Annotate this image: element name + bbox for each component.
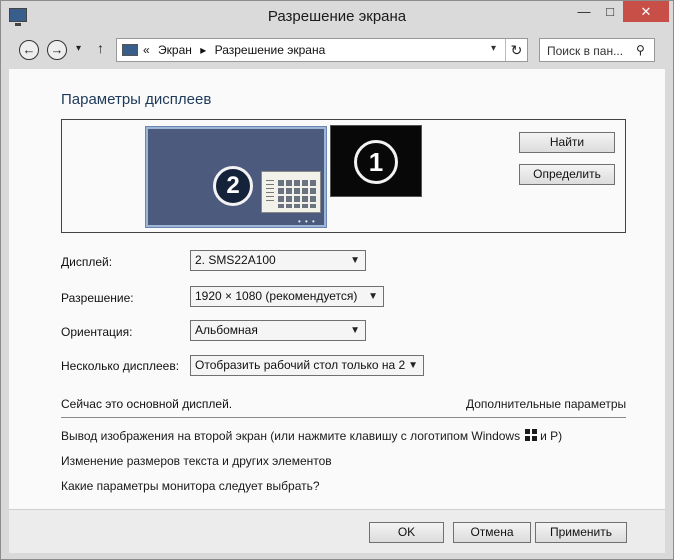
title-bar: Разрешение экрана — □ ✕ [1,1,673,31]
project-second-screen-link[interactable]: Вывод изображения на второй экран (или н… [61,429,562,443]
chevron-down-icon: ▼ [350,255,360,266]
orientation-select[interactable]: Альбомная ▼ [190,320,366,341]
display-select[interactable]: 2. SMS22A100 ▼ [190,250,366,271]
back-button[interactable]: ← [19,40,39,60]
window: Разрешение экрана — □ ✕ ← → ▾ ↑ « Экран … [0,0,674,560]
cancel-button[interactable]: Отмена [453,522,531,543]
navigation-bar: ← → ▾ ↑ « Экран ▸ Разрешение экрана ▾ ↻ … [1,31,673,69]
multiple-displays-label: Несколько дисплеев: [61,359,180,373]
forward-button[interactable]: → [47,40,67,60]
orientation-label: Ориентация: [61,325,133,339]
breadcrumb: « Экран ▸ Разрешение экрана [143,43,330,57]
windows-logo-icon [525,429,538,441]
detect-button[interactable]: Определить [519,164,615,185]
display-2-number: 2 [213,166,253,206]
orientation-select-value: Альбомная [195,323,258,337]
display-2-dots: • • • [298,217,316,226]
dialog-footer: OK Отмена Применить [9,509,665,553]
maximize-button[interactable]: □ [597,1,623,22]
divider [61,417,626,418]
display-label: Дисплей: [61,255,113,269]
find-button[interactable]: Найти [519,132,615,153]
address-dropdown-icon[interactable]: ▾ [491,43,496,54]
breadcrumb-overflow[interactable]: « [143,43,150,57]
control-panel-icon [122,44,138,56]
advanced-settings-link[interactable]: Дополнительные параметры [466,397,626,411]
display-1-number: 1 [354,140,398,184]
main-content: Параметры дисплеев 2 • • • 1 Найти Опред… [9,69,665,509]
multiple-displays-select[interactable]: Отобразить рабочий стол только на 2 ▼ [190,355,424,376]
chevron-down-icon: ▼ [408,360,418,371]
resolution-label: Разрешение: [61,291,134,305]
breadcrumb-item-resolution[interactable]: Разрешение экрана [215,43,326,57]
up-button[interactable]: ↑ [97,40,104,56]
chevron-down-icon: ▼ [368,291,378,302]
address-bar[interactable]: « Экран ▸ Разрешение экрана ▾ ↻ [116,38,528,62]
breadcrumb-item-display[interactable]: Экран [158,43,192,57]
display-select-value: 2. SMS22A100 [195,253,276,267]
display-1-preview[interactable]: 1 [330,125,422,197]
minimize-button[interactable]: — [571,1,597,22]
resolution-select[interactable]: 1920 × 1080 (рекомендуется) ▼ [190,286,384,307]
display-2-desktop-icon [261,171,321,213]
display-arrangement: 2 • • • 1 Найти Определить [61,119,626,233]
display-2-preview[interactable]: 2 • • • [146,127,326,227]
refresh-button[interactable]: ↻ [505,39,527,61]
text-size-link[interactable]: Изменение размеров текста и других элеме… [61,454,332,468]
search-icon[interactable]: ⚲ [636,43,645,57]
monitor-settings-help-link[interactable]: Какие параметры монитора следует выбрать… [61,479,320,493]
chevron-down-icon: ▼ [350,325,360,336]
recent-locations-dropdown[interactable]: ▾ [76,43,81,54]
ok-button[interactable]: OK [369,522,444,543]
apply-button[interactable]: Применить [535,522,627,543]
close-button[interactable]: ✕ [623,1,669,22]
page-title: Параметры дисплеев [61,91,212,108]
resolution-select-value: 1920 × 1080 (рекомендуется) [195,289,358,303]
primary-display-note: Сейчас это основной дисплей. [61,397,233,411]
search-input[interactable]: Поиск в пан... [547,44,623,58]
search-box[interactable]: Поиск в пан... ⚲ [539,38,655,62]
multiple-displays-select-value: Отобразить рабочий стол только на 2 [195,358,406,372]
breadcrumb-separator-icon[interactable]: ▸ [200,43,206,57]
